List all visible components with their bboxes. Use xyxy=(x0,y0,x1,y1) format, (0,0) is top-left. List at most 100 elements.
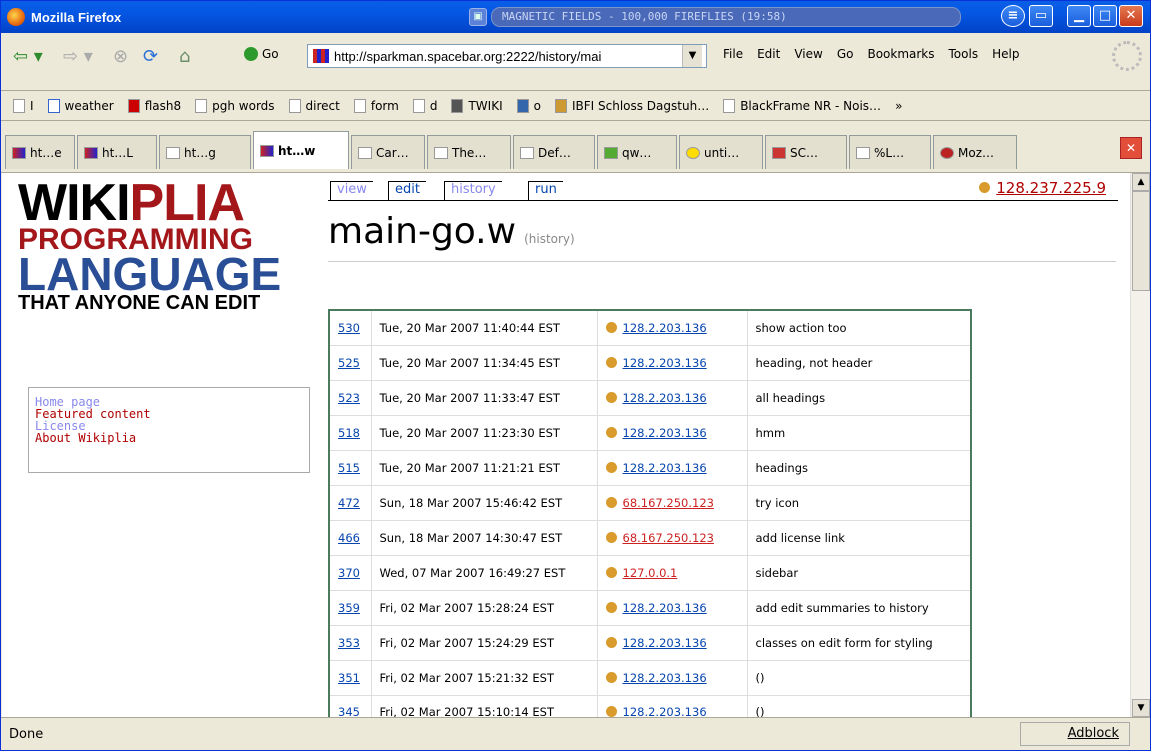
sidebar-link-about[interactable]: About Wikiplia xyxy=(35,432,303,444)
tab-view-link[interactable]: view xyxy=(337,182,367,197)
page-tabs: view edit history run 128.237.225.9 xyxy=(328,177,1118,201)
browser-tab[interactable]: Def… xyxy=(513,135,595,169)
browser-tab[interactable]: ht…g xyxy=(159,135,251,169)
bookmark-ibfi[interactable]: IBFI Schloss Dagstuh… xyxy=(554,98,709,113)
user-link[interactable]: 128.2.203.136 xyxy=(623,426,707,440)
player-menu-icon[interactable]: ≡ xyxy=(1001,5,1025,27)
revision-link[interactable]: 523 xyxy=(338,391,360,405)
bookmark-twiki[interactable]: TWIKI xyxy=(451,98,503,113)
user-link[interactable]: 128.2.203.136 xyxy=(623,391,707,405)
history-row: 525 Tue, 20 Mar 2007 11:34:45 EST 128.2.20… xyxy=(329,345,971,381)
menu-edit[interactable]: Edit xyxy=(757,47,780,61)
url-bar[interactable]: ▼ xyxy=(307,44,707,68)
revision-link[interactable]: 472 xyxy=(338,496,360,510)
browser-tab[interactable]: ht…e xyxy=(5,135,75,169)
user-link[interactable]: 68.167.250.123 xyxy=(623,531,714,545)
player-minimize-button[interactable]: ▭ xyxy=(1029,5,1053,27)
user-link[interactable]: 128.2.203.136 xyxy=(623,601,707,615)
user-link[interactable]: 128.2.203.136 xyxy=(623,356,707,370)
bookmark-flash8[interactable]: flash8 xyxy=(127,98,181,113)
browser-tab[interactable]: Moz… xyxy=(933,135,1017,169)
bookmark-pgh-words[interactable]: pgh words xyxy=(195,98,275,113)
bookmarks-toolbar: I weather flash8 pgh words direct form d… xyxy=(1,91,1150,121)
user-link[interactable]: 128.2.203.136 xyxy=(623,636,707,650)
bookmark-item[interactable]: I xyxy=(13,98,34,113)
media-player-button[interactable]: ▣ xyxy=(469,8,487,26)
user-cell: 68.167.250.123 xyxy=(597,485,748,521)
home-icon[interactable]: ⌂ xyxy=(179,47,190,67)
logo-text: LANGUAGE xyxy=(18,248,282,300)
browser-tab-active[interactable]: ht…w xyxy=(253,131,349,169)
tab-history-link[interactable]: history xyxy=(451,182,496,197)
user-link[interactable]: 128.2.203.136 xyxy=(623,671,707,685)
revision-link[interactable]: 525 xyxy=(338,356,360,370)
bookmark-blackframe[interactable]: BlackFrame NR - Nois… xyxy=(723,98,881,113)
scroll-down-icon[interactable]: ▼ xyxy=(1132,699,1150,717)
menu-view[interactable]: View xyxy=(794,47,822,61)
browser-tab[interactable]: The… xyxy=(427,135,511,169)
tab-run-link[interactable]: run xyxy=(535,182,557,197)
revision-link[interactable]: 359 xyxy=(338,601,360,615)
bookmark-label: o xyxy=(533,98,541,113)
bookmarks-overflow-icon[interactable]: » xyxy=(895,99,902,113)
go-button[interactable]: Go xyxy=(244,47,279,61)
forward-button[interactable]: ⇨ ▾ xyxy=(63,47,93,67)
menu-help[interactable]: Help xyxy=(992,47,1019,61)
menu-tools[interactable]: Tools xyxy=(949,47,979,61)
revision-link[interactable]: 518 xyxy=(338,426,360,440)
menu-file[interactable]: File xyxy=(723,47,743,61)
tab-edit[interactable]: edit xyxy=(388,181,426,201)
scroll-up-icon[interactable]: ▲ xyxy=(1132,173,1150,191)
bookmark-direct[interactable]: direct xyxy=(288,98,340,113)
tab-run[interactable]: run xyxy=(528,181,563,201)
revision-link[interactable]: 370 xyxy=(338,566,360,580)
revision-link[interactable]: 515 xyxy=(338,461,360,475)
revision-link[interactable]: 353 xyxy=(338,636,360,650)
mozilla-icon xyxy=(940,146,954,159)
tab-edit-link[interactable]: edit xyxy=(395,182,420,197)
now-playing-display: MAGNETIC FIELDS - 100,000 FIREFLIES (19:… xyxy=(491,7,961,27)
revision-link[interactable]: 345 xyxy=(338,705,360,717)
bookmark-weather[interactable]: weather xyxy=(47,98,114,113)
revision-link[interactable]: 351 xyxy=(338,671,360,685)
browser-tab[interactable]: ht…L xyxy=(77,135,157,169)
tab-view[interactable]: view xyxy=(330,181,373,201)
user-link[interactable]: 68.167.250.123 xyxy=(623,496,714,510)
browser-tab[interactable]: qw… xyxy=(597,135,677,169)
user-link[interactable]: 128.2.203.136 xyxy=(623,705,707,717)
bookmark-o[interactable]: o xyxy=(516,98,541,113)
browser-tab[interactable]: Car… xyxy=(351,135,425,169)
reload-icon[interactable]: ⟳ xyxy=(143,47,158,67)
url-input[interactable] xyxy=(334,48,682,64)
user-ip-link[interactable]: 128.237.225.9 xyxy=(979,179,1106,197)
navigation-toolbar: ⇦ ▾ ⇨ ▾ ⊗ ⟳ ⌂ Go ▼ File Edit View Go Boo… xyxy=(1,33,1150,91)
tab-label: Def… xyxy=(538,145,571,160)
minimize-button[interactable]: ▁ xyxy=(1067,5,1091,27)
maximize-button[interactable]: □ xyxy=(1093,5,1117,27)
user-icon xyxy=(979,182,991,193)
user-link[interactable]: 127.0.0.1 xyxy=(623,566,678,580)
bookmark-label: pgh words xyxy=(212,98,275,113)
browser-tab[interactable]: SC… xyxy=(765,135,847,169)
menu-bookmarks[interactable]: Bookmarks xyxy=(867,47,934,61)
menu-go[interactable]: Go xyxy=(837,47,854,61)
tab-history[interactable]: history xyxy=(444,181,502,201)
bookmark-form[interactable]: form xyxy=(353,98,399,113)
vertical-scrollbar[interactable]: ▲ ▼ xyxy=(1130,173,1150,717)
user-link[interactable]: 128.2.203.136 xyxy=(623,321,707,335)
adblock-button[interactable]: Adblock xyxy=(1020,722,1130,746)
browser-tab[interactable]: unti… xyxy=(679,135,763,169)
close-button[interactable]: ✕ xyxy=(1119,5,1143,27)
bookmark-d[interactable]: d xyxy=(412,98,437,113)
stop-icon[interactable]: ⊗ xyxy=(113,47,128,67)
revision-link[interactable]: 466 xyxy=(338,531,360,545)
revision-link[interactable]: 530 xyxy=(338,321,360,335)
tab-favicon xyxy=(604,146,618,159)
back-button[interactable]: ⇦ ▾ xyxy=(13,47,43,67)
scroll-thumb[interactable] xyxy=(1132,191,1150,291)
close-tab-icon[interactable]: ✕ xyxy=(1120,137,1142,159)
url-dropdown-icon[interactable]: ▼ xyxy=(682,45,702,67)
browser-tab[interactable]: %L… xyxy=(849,135,931,169)
user-link[interactable]: 128.2.203.136 xyxy=(623,461,707,475)
history-row: 515 Tue, 20 Mar 2007 11:21:21 EST 128.2.20… xyxy=(329,450,971,486)
